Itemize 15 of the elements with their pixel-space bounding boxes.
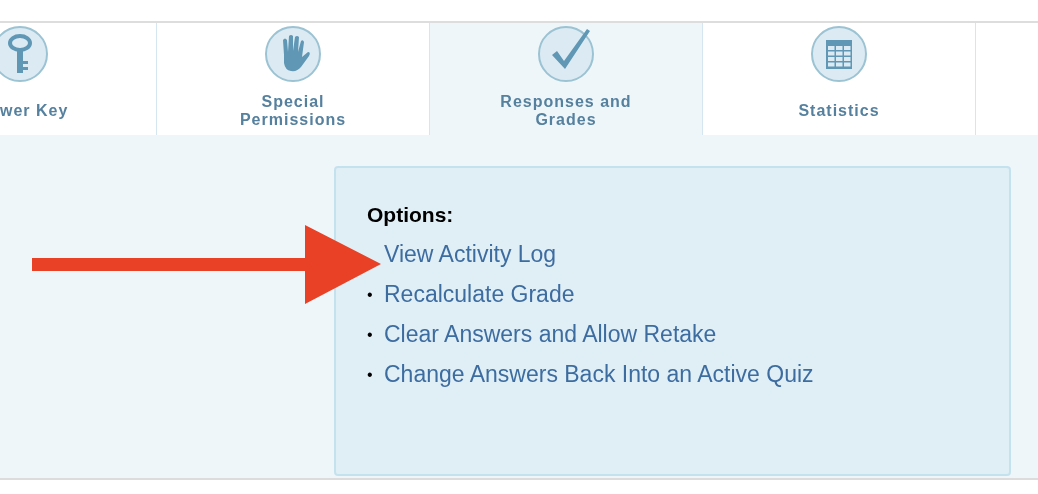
key-icon bbox=[0, 25, 49, 83]
options-heading: Options: bbox=[367, 202, 454, 228]
hand-icon bbox=[264, 25, 322, 83]
tab[interactable]: Responses and Grades bbox=[430, 23, 703, 135]
checkmark-icon bbox=[537, 25, 595, 83]
bullet: • bbox=[367, 326, 373, 343]
option-link[interactable]: View Activity Log bbox=[384, 240, 557, 269]
bullet: • bbox=[367, 286, 373, 303]
arrow-icon bbox=[32, 225, 381, 304]
option-link[interactable]: Clear Answers and Allow Retake bbox=[384, 320, 717, 349]
tab[interactable]: wer Key bbox=[0, 23, 157, 135]
bullet: • bbox=[367, 366, 373, 383]
option-link[interactable]: Change Answers Back Into an Active Quiz bbox=[384, 360, 814, 389]
option-link[interactable]: Recalculate Grade bbox=[384, 280, 575, 309]
table-icon bbox=[810, 25, 868, 83]
